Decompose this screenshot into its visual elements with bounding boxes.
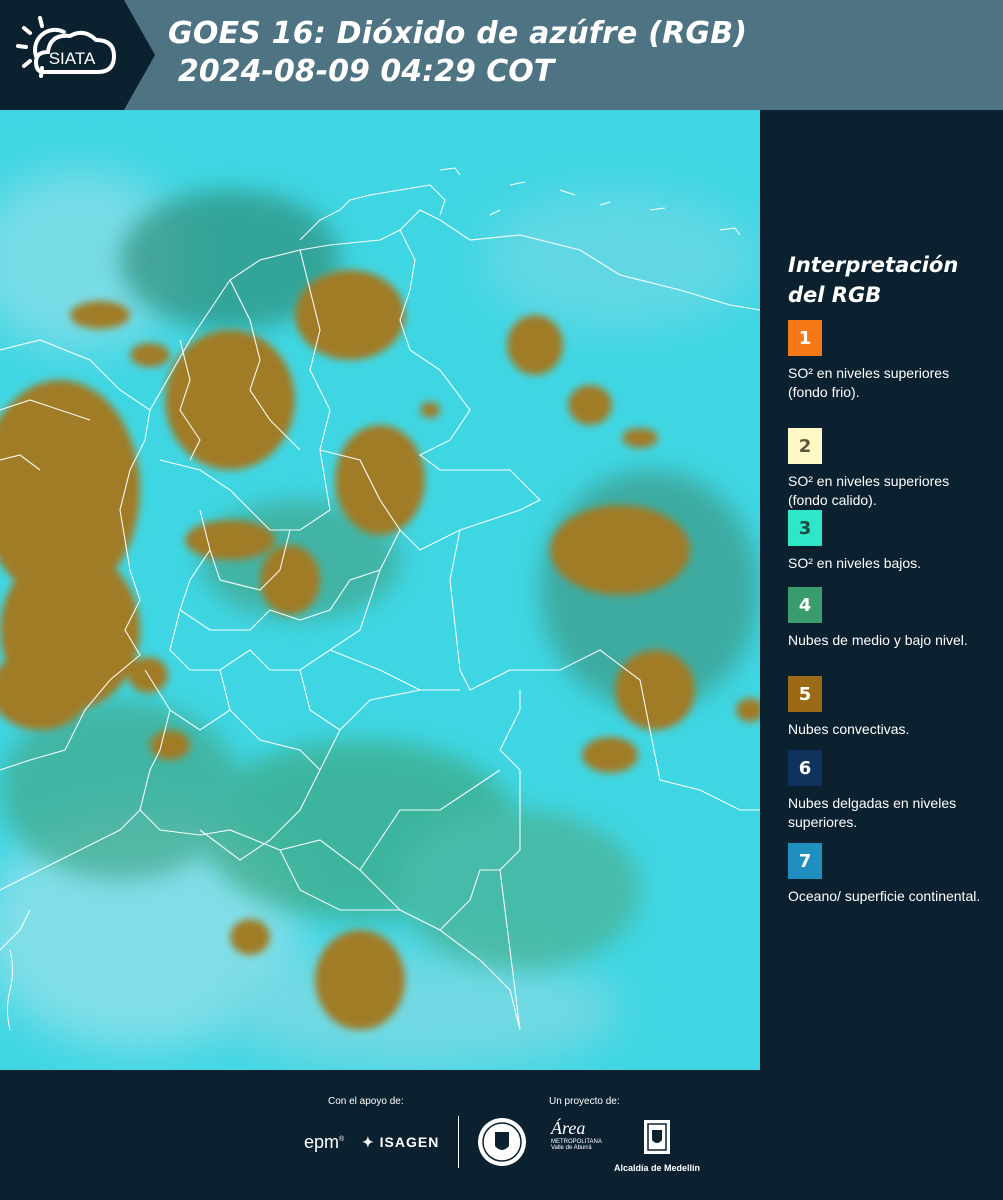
legend-item-6: 6 Nubes delgadas en niveles superiores. — [788, 750, 988, 832]
legend-swatch: 2 — [788, 428, 822, 464]
legend-swatch: 3 — [788, 510, 822, 546]
legend-swatch: 4 — [788, 587, 822, 623]
project-label: Un proyecto de: — [549, 1096, 620, 1107]
footer-divider — [458, 1116, 459, 1168]
siata-logo-icon[interactable]: SIATA — [14, 14, 126, 94]
page-timestamp: 2024-08-09 04:29 COT — [178, 54, 555, 89]
legend-item-4: 4 Nubes de medio y bajo nivel. — [788, 587, 988, 650]
satellite-map[interactable] — [0, 110, 760, 1070]
logo-block: SIATA — [0, 0, 155, 110]
legend-label: Nubes convectivas. — [788, 721, 910, 737]
legend-swatch: 7 — [788, 843, 822, 879]
legend-swatch: 6 — [788, 750, 822, 786]
isagen-logo[interactable]: ✦ ISAGEN — [362, 1134, 439, 1151]
legend-label: SO² en niveles bajos. — [788, 555, 922, 571]
isagen-mark-icon: ✦ — [362, 1134, 375, 1150]
legend-item-3: 3 SO² en niveles bajos. — [788, 510, 988, 573]
footer: Con el apoyo de: Un proyecto de: epm® ✦ … — [0, 1070, 1003, 1200]
legend-item-2: 2 SO² en niveles superiores (fondo calido… — [788, 428, 988, 510]
legend-label: SO² en niveles superiores (fondo frio). — [788, 365, 950, 400]
legend-label: Oceano/ superficie continental. — [788, 888, 981, 904]
legend-label: Nubes de medio y bajo nivel. — [788, 632, 968, 648]
alcaldia-logo[interactable]: Alcaldía de Medellín — [612, 1118, 702, 1173]
legend-title: Interpretación del RGB — [788, 253, 959, 307]
legend-label: SO² en niveles superiores (fondo calido)… — [788, 473, 950, 508]
header-bar: SIATA GOES 16: Dióxido de azúfre (RGB) 2… — [0, 0, 1003, 110]
alcaldia-shield-icon — [644, 1120, 670, 1154]
legend-item-7: 7 Oceano/ superficie continental. — [788, 843, 988, 906]
legend-item-5: 5 Nubes convectivas. — [788, 676, 988, 739]
area-metropolitana-logo[interactable]: Área METROPOLITANA Valle de Aburrá — [551, 1118, 602, 1151]
legend-label: Nubes delgadas en niveles superiores. — [788, 795, 957, 830]
legend-item-1: 1 SO² en niveles superiores (fondo frio). — [788, 320, 988, 402]
svg-text:SIATA: SIATA — [49, 49, 96, 68]
support-label: Con el apoyo de: — [328, 1096, 404, 1107]
medellin-seal-icon[interactable] — [477, 1116, 527, 1168]
legend-panel: Interpretación del RGB 1 SO² en niveles s… — [760, 110, 1003, 1070]
epm-logo[interactable]: epm® — [304, 1132, 344, 1153]
legend-swatch: 5 — [788, 676, 822, 712]
page-title: GOES 16: Dióxido de azúfre (RGB) — [168, 16, 748, 51]
legend-swatch: 1 — [788, 320, 822, 356]
